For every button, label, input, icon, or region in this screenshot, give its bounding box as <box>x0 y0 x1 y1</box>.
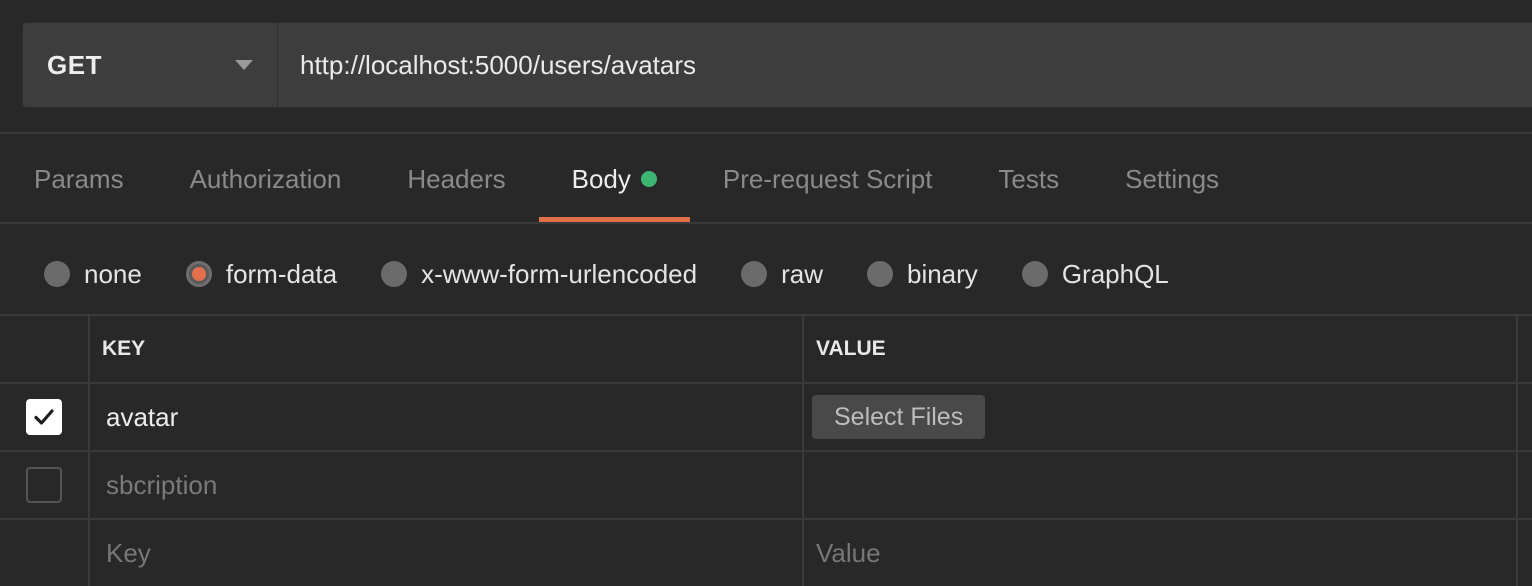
radio-binary[interactable]: binary <box>866 258 978 290</box>
new-key-cell <box>90 520 804 586</box>
new-key-input[interactable] <box>106 537 802 569</box>
new-value-input[interactable] <box>812 536 1516 570</box>
row-key-cell[interactable]: sbcription <box>90 452 804 518</box>
tab-label: Authorization <box>189 163 342 194</box>
table-row: sbcription <box>0 452 1532 520</box>
row-check-cell <box>0 520 90 586</box>
radio-label: raw <box>781 258 823 289</box>
tab-params[interactable]: Params <box>1 136 157 222</box>
tab-authorization[interactable]: Authorization <box>157 136 375 222</box>
radio-label: binary <box>906 258 978 289</box>
tab-tests[interactable]: Tests <box>965 136 1092 222</box>
radio-label: GraphQL <box>1061 258 1169 289</box>
row-value-cell[interactable] <box>804 452 1518 518</box>
table-header-row: KEY VALUE <box>0 316 1532 384</box>
tab-settings[interactable]: Settings <box>1092 136 1252 222</box>
row-value-cell: Select Files <box>804 384 1518 450</box>
row-key-cell[interactable]: avatar <box>90 384 804 450</box>
radio-circle <box>741 261 768 287</box>
tab-label: Params <box>34 163 124 194</box>
radio-x-www-form-urlencoded[interactable]: x-www-form-urlencoded <box>381 259 697 290</box>
select-files-button[interactable]: Select Files <box>812 395 986 439</box>
form-data-table: KEY VALUE avatar Select Files sbcription… <box>0 314 1532 586</box>
method-select[interactable]: GET <box>23 23 278 107</box>
row-key: sbcription <box>106 469 218 500</box>
radio-label: none <box>84 258 142 289</box>
tab-body[interactable]: Body <box>538 136 691 222</box>
tab-label: Body <box>571 163 631 194</box>
row-enabled-checkbox[interactable] <box>26 399 62 435</box>
radio-form-data[interactable]: form-data <box>185 258 338 290</box>
tab-label: Pre-request Script <box>722 163 933 194</box>
divider <box>0 132 1532 134</box>
divider <box>0 222 1532 224</box>
radio-label: form-data <box>225 258 338 289</box>
column-header-value: VALUE <box>804 316 1518 382</box>
radio-label: x-www-form-urlencoded <box>421 258 698 289</box>
radio-circle-selected <box>185 261 212 287</box>
row-enabled-checkbox[interactable] <box>26 467 62 503</box>
tab-label: Settings <box>1125 163 1220 194</box>
tab-label: Tests <box>998 163 1060 194</box>
radio-circle <box>381 261 408 287</box>
request-tabs: Params Authorization Headers Body Pre-re… <box>0 136 1532 222</box>
radio-circle <box>44 261 70 287</box>
tab-pre-request-script[interactable]: Pre-request Script <box>690 136 966 222</box>
radio-raw[interactable]: raw <box>741 259 823 290</box>
method-label: GET <box>47 49 102 80</box>
body-type-radio-group: none form-data x-www-form-urlencoded raw… <box>44 250 1213 298</box>
tab-headers[interactable]: Headers <box>374 136 538 222</box>
column-header-key: KEY <box>90 316 804 382</box>
table-new-row <box>0 520 1532 586</box>
row-check-cell <box>0 452 90 518</box>
modified-indicator-dot <box>640 171 657 187</box>
tab-label: Headers <box>407 163 506 194</box>
radio-circle <box>866 261 893 287</box>
new-value-cell <box>804 520 1518 586</box>
radio-none[interactable]: none <box>44 259 142 290</box>
request-bar: GET <box>22 22 1532 108</box>
radio-circle <box>1021 261 1048 287</box>
row-check-cell <box>0 384 90 450</box>
checkmark-icon <box>34 409 54 425</box>
request-builder: GET Params Authorization Headers Body Pr… <box>0 0 1532 586</box>
row-key: avatar <box>106 401 179 432</box>
radio-graphql[interactable]: GraphQL <box>1021 258 1169 290</box>
table-row: avatar Select Files <box>0 384 1532 452</box>
header-check-cell <box>0 316 90 382</box>
chevron-down-icon <box>235 60 253 70</box>
url-input[interactable] <box>278 23 1532 107</box>
